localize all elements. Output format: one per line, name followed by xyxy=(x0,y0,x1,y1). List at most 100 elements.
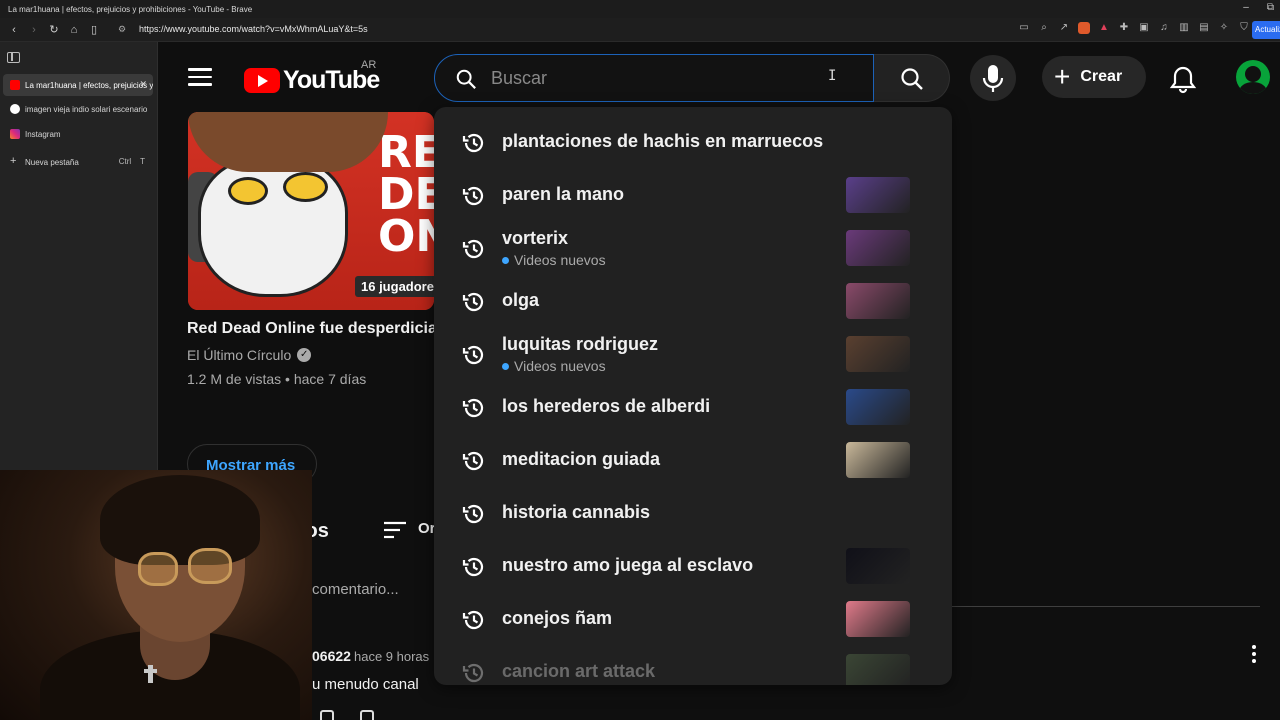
youtube-logo[interactable]: YouTube AR xyxy=(244,59,380,95)
suggestion-text: cancion art attack xyxy=(502,661,656,681)
wallet2-icon[interactable]: ▤ xyxy=(1198,22,1210,34)
suggestion-thumbnail xyxy=(846,442,910,478)
add-comment-input[interactable]: comentario... xyxy=(312,581,399,598)
suggestion-thumbnail xyxy=(846,283,910,319)
suggestion-item[interactable]: paren la mano xyxy=(434,169,952,222)
region-code: AR xyxy=(361,59,377,71)
notifications-bell-icon[interactable] xyxy=(1168,64,1198,94)
home-icon[interactable]: ⌂ xyxy=(64,20,84,40)
channel-name: El Último Círculo xyxy=(187,347,292,363)
video-thumbnail[interactable]: RED DEAD ONLINE 16 jugadores xyxy=(188,112,434,310)
create-button[interactable]: + Crear xyxy=(1042,56,1146,98)
suggestion-item[interactable]: vorterix Videos nuevos xyxy=(434,222,952,275)
comment-text: u menudo canal xyxy=(312,676,419,693)
suggestion-item[interactable]: olga xyxy=(434,275,952,328)
sort-icon[interactable] xyxy=(382,520,408,540)
vpn-icon[interactable]: ⛉ xyxy=(1238,22,1250,34)
history-icon xyxy=(461,236,487,267)
suggestion-subtitle: Videos nuevos xyxy=(502,252,606,268)
youtube-play-icon xyxy=(244,68,280,93)
thumbnail-badge: 16 jugadores xyxy=(355,276,434,297)
sort-label[interactable]: Or xyxy=(418,520,436,537)
suggestion-text: historia cannabis xyxy=(502,502,651,522)
search-icon xyxy=(901,68,923,90)
extensions-icon[interactable]: ✚ xyxy=(1118,22,1130,34)
search-input[interactable] xyxy=(491,55,831,101)
suggestion-thumbnail xyxy=(846,336,910,372)
back-icon[interactable]: ‹ xyxy=(4,20,24,40)
close-tab-icon[interactable]: ✕ xyxy=(139,79,147,90)
brave-shields-icon[interactable] xyxy=(1078,22,1090,34)
tab-instagram[interactable]: Instagram xyxy=(3,123,153,145)
suggestion-item[interactable]: conejos ñam xyxy=(434,593,952,646)
history-icon xyxy=(461,342,487,373)
suggestion-text: meditacion guiada xyxy=(502,449,661,469)
stats-separator: • xyxy=(285,371,290,387)
search-suggestions-dropdown: plantaciones de hachis en marruecos paren… xyxy=(434,107,952,685)
suggestion-thumbnail xyxy=(846,230,910,266)
history-icon xyxy=(461,501,487,532)
history-icon xyxy=(461,130,487,161)
search-icon xyxy=(456,69,476,89)
comment-author[interactable]: 06622 xyxy=(312,648,351,664)
site-settings-icon[interactable]: ⚙ xyxy=(118,24,126,35)
youtube-favicon-icon xyxy=(10,80,20,90)
update-button[interactable]: Actualizar xyxy=(1252,21,1280,39)
upload-time: hace 7 días xyxy=(293,371,367,387)
tab-google-search[interactable]: imagen vieja indio solari escenario xyxy=(3,98,153,120)
new-tab-button[interactable]: + Nueva pestaña Ctrl T xyxy=(3,151,153,173)
suggestion-item[interactable]: meditacion guiada xyxy=(434,434,952,487)
comment-input-underline xyxy=(952,606,1260,607)
tab-youtube[interactable]: La mar1huana | efectos, prejuicios y pro… xyxy=(3,74,153,96)
suggestion-text: vorterix xyxy=(502,228,569,248)
sidebar-toggle-icon[interactable] xyxy=(7,52,20,63)
suggestion-item[interactable]: plantaciones de hachis en marruecos xyxy=(434,116,952,169)
cross-necklace xyxy=(144,665,157,683)
zoom-icon[interactable]: ⌕ xyxy=(1038,22,1050,34)
url-field[interactable]: https://www.youtube.com/watch?v=vMxWhmAL… xyxy=(139,24,368,34)
account-avatar[interactable] xyxy=(1236,60,1270,94)
brave-rewards-icon[interactable]: ▲ xyxy=(1098,22,1110,34)
suggestion-thumbnail xyxy=(846,601,910,637)
reply-icon[interactable] xyxy=(320,710,334,720)
bookmark-icon[interactable]: ▯ xyxy=(84,20,104,40)
sidebar-icon[interactable]: ▥ xyxy=(1178,22,1190,34)
more-options-icon[interactable] xyxy=(1250,645,1258,667)
wallet-icon[interactable]: ▣ xyxy=(1138,22,1150,34)
video-title[interactable]: Red Dead Online fue desperdiciado xyxy=(187,320,456,338)
search-button[interactable] xyxy=(874,54,950,102)
text-cursor-icon: I xyxy=(828,68,837,84)
suggestion-text: nuestro amo juega al esclavo xyxy=(502,555,754,575)
suggestion-item[interactable]: los herederos de alberdi xyxy=(434,381,952,434)
suggestion-item[interactable]: cancion art attack xyxy=(434,646,952,685)
suggestion-thumbnail xyxy=(846,654,910,685)
browser-titlebar: La mar1huana | efectos, prejuicios y pro… xyxy=(0,0,1280,18)
new-tab-label: Nueva pestaña xyxy=(25,157,79,167)
suggestion-item[interactable]: luquitas rodriguez Videos nuevos xyxy=(434,328,952,381)
webcam-overlay xyxy=(0,470,312,720)
microphone-icon xyxy=(982,65,1004,92)
maximize-icon[interactable]: ⧉ xyxy=(1267,2,1274,13)
vertical-tab-strip: La mar1huana | efectos, prejuicios y pro… xyxy=(0,42,158,472)
minimize-icon[interactable]: – xyxy=(1243,2,1249,13)
heart-icon[interactable] xyxy=(360,710,374,720)
share-icon[interactable]: ↗ xyxy=(1058,22,1070,34)
reload-icon[interactable]: ↻ xyxy=(44,20,64,40)
suggestion-text: luquitas rodriguez xyxy=(502,334,659,354)
media-icon[interactable]: ♫ xyxy=(1158,22,1170,34)
forward-icon[interactable]: › xyxy=(24,20,44,40)
leo-icon[interactable]: ✧ xyxy=(1218,22,1230,34)
suggestion-item[interactable]: nuestro amo juega al esclavo xyxy=(434,540,952,593)
suggestion-text: conejos ñam xyxy=(502,608,613,628)
voice-search-button[interactable] xyxy=(970,55,1016,101)
suggestion-text: plantaciones de hachis en marruecos xyxy=(502,131,824,151)
suggestion-thumbnail xyxy=(846,177,910,213)
channel-name-row[interactable]: El Último Círculo ✓ xyxy=(187,347,312,363)
comment-time: hace 9 horas xyxy=(354,649,430,664)
cast-icon[interactable]: ▭ xyxy=(1018,22,1030,34)
instagram-favicon-icon xyxy=(10,129,20,139)
suggestion-item[interactable]: historia cannabis xyxy=(434,487,952,540)
window-title: La mar1huana | efectos, prejuicios y pro… xyxy=(8,4,253,14)
menu-icon[interactable] xyxy=(188,68,212,86)
suggestion-text: paren la mano xyxy=(502,184,625,204)
